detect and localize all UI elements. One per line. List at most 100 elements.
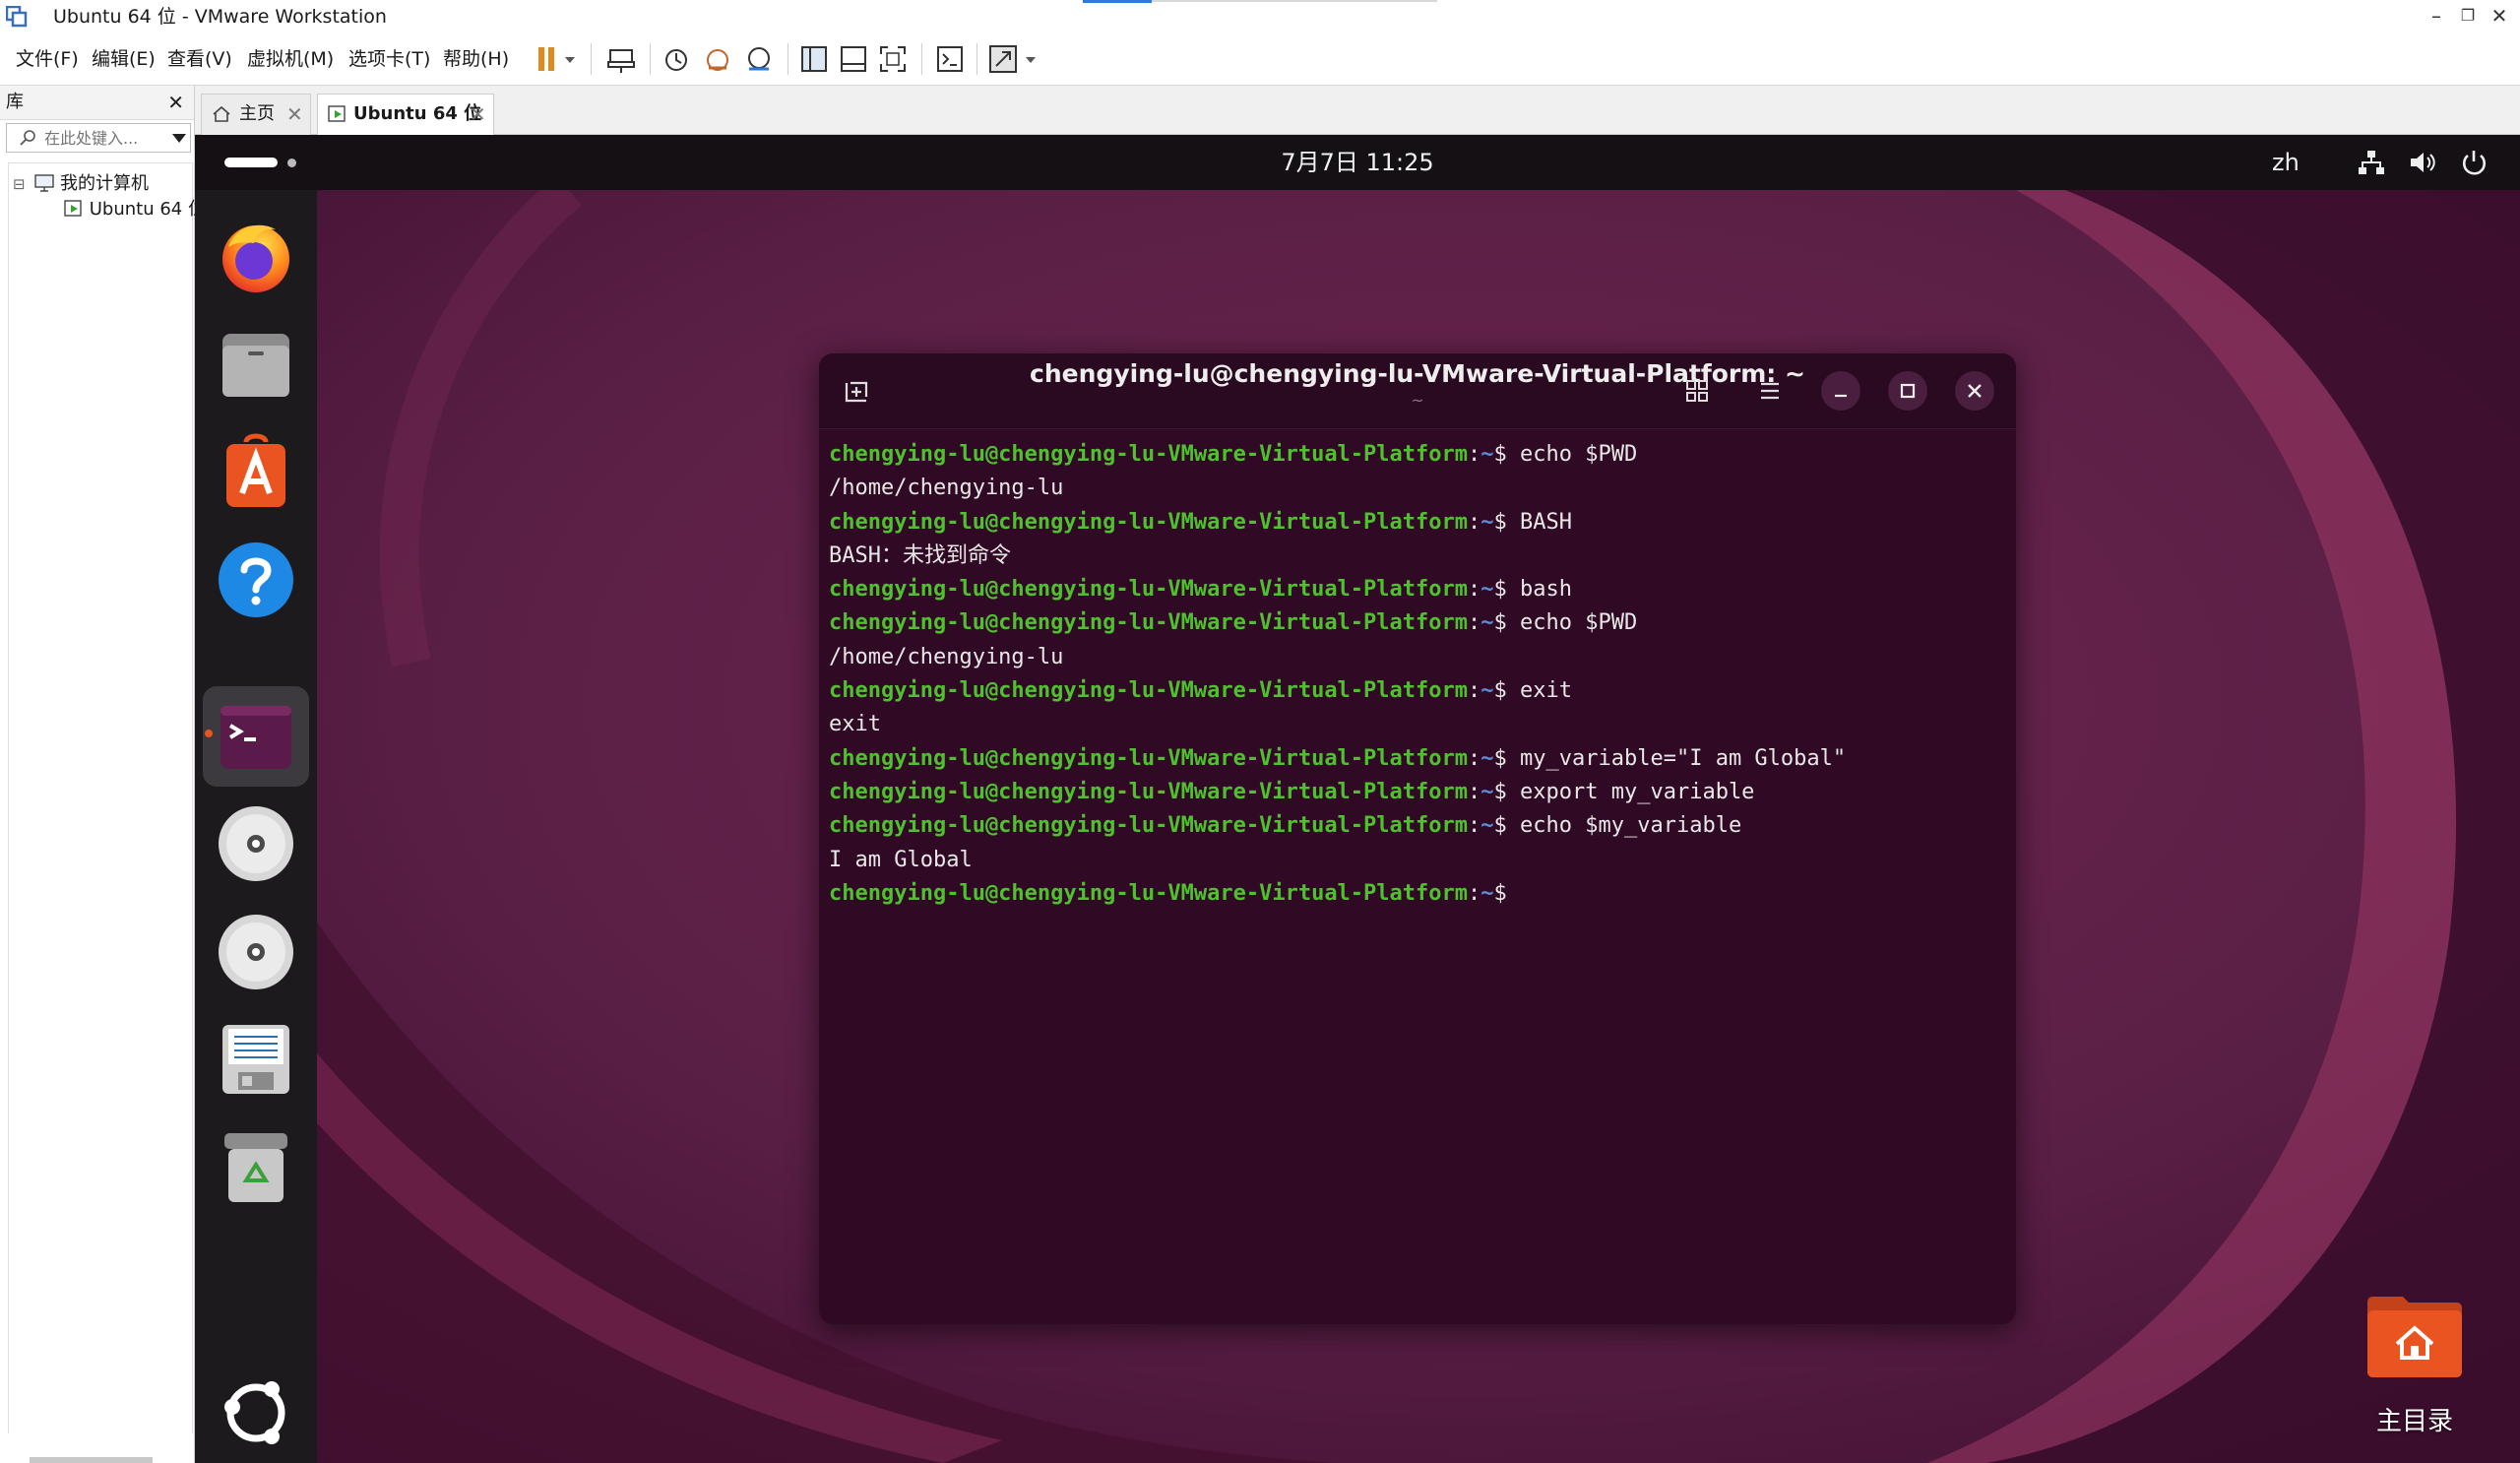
dvd-icon[interactable] [215, 802, 297, 885]
send-ctrl-alt-del-icon[interactable] [606, 44, 636, 74]
prompt-path: ~ [1480, 745, 1494, 771]
prompt-symbol: $ [1493, 577, 1521, 603]
snapshot-manager-icon[interactable] [744, 44, 774, 74]
prompt-path: ~ [1480, 509, 1494, 535]
console-view-icon[interactable] [935, 44, 965, 74]
prompt-symbol: $ [1493, 442, 1521, 467]
files-icon[interactable] [215, 324, 297, 407]
window-titlebar: Ubuntu 64 位 - VMware Workstation – ❐ ✕ [0, 0, 2520, 33]
power-icon[interactable] [2459, 148, 2488, 177]
menu-view[interactable]: 查看(V) [167, 33, 232, 85]
prompt-separator: : [1468, 610, 1481, 636]
command-text: echo $my_variable [1520, 813, 1742, 839]
minimize-button[interactable]: – [2420, 0, 2453, 33]
firefox-icon[interactable] [215, 214, 297, 296]
prompt-separator: : [1468, 509, 1481, 535]
trash-icon[interactable] [215, 1125, 297, 1208]
library-close-button[interactable]: ✕ [167, 86, 184, 119]
terminal-output-line: /home/chengying-lu [829, 476, 1064, 501]
restore-button[interactable]: ❐ [2451, 0, 2485, 33]
full-screen-icon[interactable] [878, 44, 908, 74]
terminal-icon[interactable] [215, 696, 297, 779]
vm-guest-screen[interactable]: 7月7日 11:25 zh chengying-lu@chengying-lu-… [195, 135, 2520, 1463]
desktop-home-folder[interactable]: 主目录 [2331, 1293, 2498, 1440]
terminal-output[interactable]: chengying-lu@chengying-lu-VMware-Virtual… [829, 438, 2000, 1304]
window-title: Ubuntu 64 位 - VMware Workstation [53, 6, 387, 28]
title-accent-bar [1083, 0, 1152, 3]
terminal-output-line: BASH：未找到命令 [829, 542, 1011, 568]
prompt-symbol: $ [1493, 779, 1521, 804]
library-horizontal-scrollbar[interactable] [30, 1457, 153, 1463]
menu-vm[interactable]: 虚拟机(M) [247, 33, 334, 85]
dvd-icon[interactable] [215, 911, 297, 993]
terminal-window[interactable]: chengying-lu@chengying-lu-VMware-Virtual… [819, 353, 2016, 1324]
menu-help[interactable]: 帮助(H) [443, 33, 509, 85]
terminal-close-button[interactable] [1955, 371, 1994, 411]
home-folder-icon [2367, 1297, 2462, 1377]
vm-tab-bar: 主页 ✕ Ubuntu 64 位 ✕ [195, 86, 2520, 136]
revert-snapshot-icon[interactable] [703, 44, 732, 74]
snapshot-icon[interactable] [662, 44, 691, 74]
library-header: 库 ✕ [0, 86, 194, 120]
prompt-separator: : [1468, 678, 1481, 704]
terminal-prompt-line: chengying-lu@chengying-lu-VMware-Virtual… [829, 573, 2000, 606]
tab-home[interactable]: 主页 ✕ [201, 94, 311, 135]
library-search[interactable] [6, 123, 191, 153]
prompt-separator: : [1468, 745, 1481, 771]
prompt-separator: : [1468, 442, 1481, 467]
tab-ubuntu[interactable]: Ubuntu 64 位 ✕ [317, 94, 494, 136]
menu-file[interactable]: 文件(F) [16, 33, 79, 85]
prompt-symbol: $ [1493, 813, 1521, 839]
prompt-symbol: $ [1493, 678, 1521, 704]
vmware-app-icon [6, 6, 28, 28]
terminal-prompt-line: chengying-lu@chengying-lu-VMware-Virtual… [829, 809, 2000, 843]
show-apps-icon[interactable] [215, 1371, 297, 1454]
help-icon[interactable] [215, 539, 297, 621]
prompt-separator: : [1468, 813, 1481, 839]
terminal-prompt-line: chengying-lu@chengying-lu-VMware-Virtual… [829, 674, 2000, 708]
tree-item-ubuntu-vm[interactable]: Ubuntu 64 位 [64, 197, 206, 223]
app-center-icon[interactable] [215, 432, 297, 515]
terminal-prompt-line: chengying-lu@chengying-lu-VMware-Virtual… [829, 742, 2000, 776]
volume-icon[interactable] [2408, 148, 2437, 177]
prompt-path: ~ [1480, 880, 1494, 906]
search-dropdown-arrow-icon[interactable] [172, 134, 186, 143]
tab-overview-icon[interactable] [1677, 371, 1717, 411]
search-icon [20, 130, 35, 146]
close-window-button[interactable]: ✕ [2483, 0, 2516, 33]
computer-icon [34, 174, 55, 192]
library-search-input[interactable] [44, 124, 162, 152]
thumbnail-bar-icon[interactable] [839, 44, 868, 74]
menu-tabs[interactable]: 选项卡(T) [348, 33, 430, 85]
tab-label: 主页 [239, 103, 275, 124]
menu-edit[interactable]: 编辑(E) [92, 33, 156, 85]
tree-collapse-icon[interactable]: ⊟ [13, 175, 26, 193]
library-title: 库 [6, 92, 24, 112]
input-method-indicator[interactable]: zh [2272, 135, 2300, 190]
command-text: bash [1520, 577, 1572, 603]
prompt-symbol: $ [1493, 745, 1521, 771]
tree-item-label: Ubuntu 64 位 [89, 199, 206, 220]
prompt-separator: : [1468, 880, 1481, 906]
prompt-separator: : [1468, 577, 1481, 603]
save-disk-icon[interactable] [215, 1017, 297, 1100]
stretch-view-icon[interactable] [988, 44, 1040, 74]
tree-item-my-computer[interactable]: ⊟ 我的计算机 [13, 171, 149, 197]
terminal-prompt-line: chengying-lu@chengying-lu-VMware-Virtual… [829, 776, 2000, 809]
command-text: export my_variable [1520, 779, 1755, 804]
tab-close-icon[interactable]: ✕ [286, 95, 303, 134]
top-bar-clock[interactable]: 7月7日 11:25 [195, 135, 2520, 190]
prompt-path: ~ [1480, 442, 1494, 467]
command-text: echo $PWD [1520, 610, 1638, 636]
terminal-maximize-button[interactable] [1888, 371, 1927, 411]
toolbar-separator [976, 43, 977, 75]
library-panel: 库 ✕ ⊟ 我的计算机 Ubuntu 64 位 [0, 86, 206, 1463]
terminal-minimize-button[interactable] [1821, 371, 1860, 411]
toolbar-separator [591, 43, 592, 75]
terminal-headerbar[interactable]: chengying-lu@chengying-lu-VMware-Virtual… [819, 353, 2016, 429]
pause-vm-icon[interactable] [536, 44, 579, 74]
network-icon[interactable] [2357, 148, 2386, 177]
tab-close-icon[interactable]: ✕ [470, 95, 486, 134]
show-library-icon[interactable] [799, 44, 829, 74]
hamburger-menu-icon[interactable] [1750, 371, 1790, 411]
